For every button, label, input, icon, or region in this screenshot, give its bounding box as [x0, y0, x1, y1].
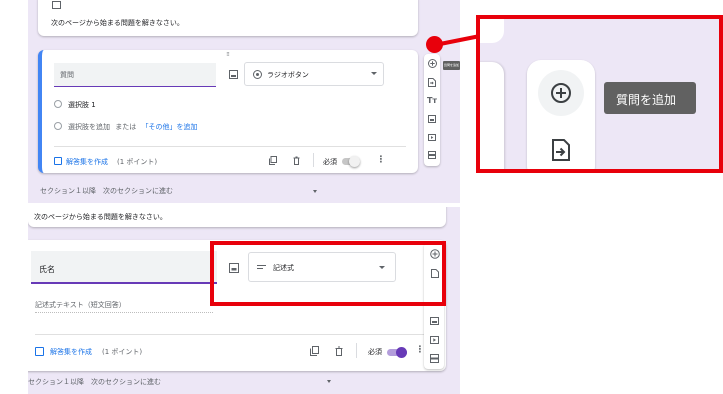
zoom-card-edge: [480, 62, 504, 169]
zoom-toolbar: [527, 60, 595, 169]
required-toggle[interactable]: [342, 156, 360, 167]
add-option-row: 選択肢を追加 または 「その他」を追加: [68, 122, 197, 132]
section-hint: 次のページから始まる問題を解きなさい。: [51, 19, 184, 27]
section-nav: セクション１以降 次のセクションに進む: [40, 187, 173, 195]
import-icon[interactable]: [427, 77, 437, 87]
option-radio[interactable]: [54, 100, 62, 108]
add-option-link[interactable]: 選択肢を追加: [68, 123, 110, 131]
tooltip-small: 質問を追加: [443, 61, 460, 70]
add-circle-icon[interactable]: [427, 58, 437, 68]
section-hint: 次のページから始まる問題を解きなさい。: [34, 213, 167, 221]
import-icon[interactable]: [551, 138, 571, 162]
question-title-input[interactable]: 氏名: [31, 251, 217, 284]
video-icon[interactable]: [429, 335, 439, 345]
section-header-card: 次のページから始まる問題を解きなさい。: [28, 207, 446, 227]
required-label: 必須: [368, 348, 382, 356]
answer-key-link[interactable]: 解答集を作成: [66, 157, 108, 167]
card-divider: [35, 334, 435, 335]
copy-icon[interactable]: [308, 345, 320, 357]
section-icon[interactable]: [429, 353, 439, 363]
divider: [356, 343, 357, 358]
more-vert-icon[interactable]: ⋮: [377, 154, 386, 166]
image-icon: [51, 0, 61, 10]
checkbox-icon: [54, 157, 62, 165]
question-card[interactable]: ⠿ 質問 ラジオボタン 選択肢 1 選択肢を追加 または 「その他」を追加 解答…: [38, 50, 418, 173]
section-header-card: 次のページから始まる問題を解きなさい。: [38, 0, 418, 36]
answer-placeholder: 記述式テキスト（短文回答）: [35, 301, 126, 309]
section-nav: セクション１以降 次のセクションに進む: [28, 378, 161, 386]
image-icon[interactable]: [227, 68, 239, 80]
copy-icon[interactable]: [268, 155, 278, 165]
question-type-select[interactable]: ラジオボタン: [244, 62, 384, 86]
title-icon[interactable]: Tт: [426, 95, 438, 105]
more-vert-icon[interactable]: ⋮: [416, 344, 425, 356]
question-title-input[interactable]: 質問: [54, 63, 216, 87]
points-label: (1 ポイント): [102, 348, 143, 356]
video-icon[interactable]: [427, 132, 437, 142]
drag-handle-icon[interactable]: ⠿: [223, 52, 233, 58]
or-text: または: [115, 123, 137, 131]
required-toggle[interactable]: [387, 347, 407, 358]
zoom-tooltip: 質問を追加: [604, 82, 696, 114]
add-other-link[interactable]: 「その他」を追加: [141, 123, 197, 131]
top-screenshot: 次のページから始まる問題を解きなさい。 ⠿ 質問 ラジオボタン 選択肢 1 選択…: [28, 0, 460, 203]
zoom-panel: 質問を追加: [476, 15, 723, 173]
chevron-down-icon[interactable]: [313, 190, 317, 193]
delete-icon[interactable]: [291, 155, 301, 165]
zoom-tooltip-text: 質問を追加: [616, 93, 677, 107]
image-icon[interactable]: [427, 114, 437, 124]
divider: [313, 153, 314, 167]
chevron-down-icon: [371, 72, 377, 75]
required-label: 必須: [323, 158, 337, 166]
question-title: 氏名: [39, 265, 55, 274]
checkbox-icon: [35, 347, 44, 356]
floating-toolbar: Tт: [424, 54, 440, 166]
points-label: (1 ポイント): [117, 158, 158, 166]
answer-key-link[interactable]: 解答集を作成: [50, 347, 92, 357]
question-type-label: ラジオボタン: [267, 71, 309, 79]
answer-underline: [35, 312, 213, 313]
tooltip-small-text: 質問を追加: [444, 63, 460, 67]
question-title-placeholder: 質問: [60, 71, 74, 79]
image-icon[interactable]: [429, 316, 439, 326]
highlight-box: [210, 241, 446, 306]
bottom-screenshot: 次のページから始まる問題を解きなさい。 氏名 記述式 記述式テキスト（短文回答）…: [28, 207, 460, 394]
delete-icon[interactable]: [333, 345, 345, 357]
option-1-label[interactable]: 選択肢 1: [68, 100, 96, 110]
card-divider: [54, 146, 406, 147]
add-option-radio: [54, 122, 62, 130]
section-icon[interactable]: [427, 150, 437, 160]
radio-icon: [253, 70, 262, 79]
zoom-card-corner: [480, 19, 504, 43]
chevron-down-icon[interactable]: [327, 380, 331, 383]
add-circle-icon[interactable]: [550, 82, 572, 104]
